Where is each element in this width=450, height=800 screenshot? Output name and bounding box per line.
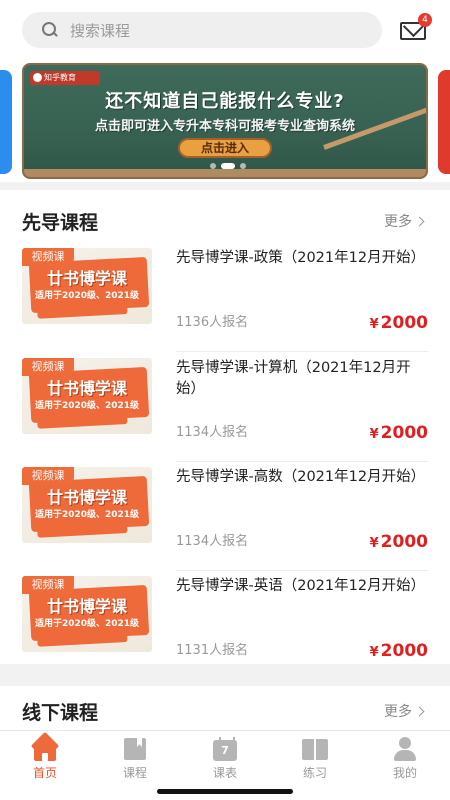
- course-thumbnail: 廿书博学课 适用于2020级、2021级 视频课: [22, 467, 152, 543]
- user-icon: [391, 737, 419, 761]
- course-title: 先导博学课-英语（2021年12月开始）: [176, 578, 426, 594]
- search-bar[interactable]: 搜索课程: [22, 12, 382, 48]
- price-value: 2000: [380, 423, 428, 443]
- notification-badge: 4: [418, 13, 432, 27]
- currency-symbol: ¥: [369, 427, 379, 442]
- calendar-day: 7: [221, 744, 229, 757]
- course-item[interactable]: 廿书博学课 适用于2020级、2021级 视频课 先导博学课-高数（2021年1…: [22, 467, 428, 571]
- more-button[interactable]: 更多: [384, 211, 425, 231]
- banner-cta-button[interactable]: 点击进入: [178, 138, 272, 158]
- tab-profile[interactable]: 我的: [360, 737, 450, 787]
- course-thumbnail: 廿书博学课 适用于2020级、2021级 视频课: [22, 248, 152, 324]
- offline-courses-section: 线下课程 更多: [0, 686, 450, 730]
- enrollment-count: 1131人报名: [176, 643, 249, 658]
- calendar-icon: 7: [211, 737, 239, 761]
- pilot-courses-section: 先导课程 更多 廿书博学课 适用于2020级、2021级 视频课 先导博学课-政…: [0, 190, 450, 664]
- carousel-dot-active[interactable]: [221, 163, 235, 169]
- thumbnail-subtitle: 适用于2020级、2021级: [34, 291, 140, 301]
- banner-prev-slide[interactable]: [0, 70, 12, 174]
- home-door-decoration: [42, 753, 48, 761]
- book-icon: [121, 737, 149, 761]
- banner-next-slide[interactable]: [438, 70, 450, 174]
- thumbnail-title: 廿书博学课: [46, 379, 127, 398]
- thumbnail-subtitle: 适用于2020级、2021级: [34, 401, 140, 411]
- banner-carousel[interactable]: 知乎教育 还不知道自己能报什么专业? 点击即可进入专升本专科可报考专业查询系统 …: [0, 60, 450, 182]
- enrollment-count: 1134人报名: [176, 425, 249, 440]
- more-button[interactable]: 更多: [384, 701, 425, 721]
- banner-slide[interactable]: 知乎教育 还不知道自己能报什么专业? 点击即可进入专升本专科可报考专业查询系统 …: [22, 63, 428, 179]
- carousel-dot[interactable]: [240, 163, 246, 169]
- course-price: ¥2000: [370, 423, 428, 443]
- section-title: 线下课程: [22, 702, 99, 724]
- thumbnail-title: 廿书博学课: [46, 269, 127, 288]
- search-placeholder: 搜索课程: [70, 21, 131, 40]
- course-price: ¥2000: [370, 641, 428, 661]
- carousel-dot[interactable]: [210, 163, 216, 169]
- chevron-right-icon: [414, 216, 425, 226]
- enrollment-count: 1134人报名: [176, 534, 249, 549]
- currency-symbol: ¥: [369, 317, 379, 332]
- divider: [176, 351, 428, 352]
- divider: [176, 570, 428, 571]
- thumbnail-subtitle: 适用于2020级、2021级: [34, 619, 140, 629]
- tab-courses[interactable]: 课程: [90, 737, 180, 787]
- course-item[interactable]: 廿书博学课 适用于2020级、2021级 视频课 先导博学课-政策（2021年1…: [22, 248, 428, 352]
- course-item[interactable]: 廿书博学课 适用于2020级、2021级 视频课 先导博学课-英语（2021年1…: [22, 576, 428, 680]
- messages-button[interactable]: 4: [398, 13, 432, 40]
- currency-symbol: ¥: [369, 536, 379, 551]
- course-thumbnail: 廿书博学课 适用于2020级、2021级 视频课: [22, 576, 152, 652]
- tab-schedule[interactable]: 7 课表: [180, 737, 270, 787]
- more-label: 更多: [384, 704, 412, 720]
- thumbnail-title: 廿书博学课: [46, 488, 127, 507]
- tab-label: 我的: [392, 766, 417, 780]
- thumbnail-title: 廿书博学课: [46, 597, 127, 616]
- search-icon: [42, 22, 58, 38]
- enrollment-count: 1136人报名: [176, 315, 249, 330]
- price-value: 2000: [380, 313, 428, 333]
- video-course-tag: 视频课: [22, 467, 74, 485]
- tab-label: 课程: [122, 766, 147, 780]
- course-title: 先导博学课-高数（2021年12月开始）: [176, 469, 426, 485]
- tab-practice[interactable]: 练习: [270, 737, 360, 787]
- course-price: ¥2000: [370, 532, 428, 552]
- banner-logo: 知乎教育: [30, 71, 100, 85]
- course-item[interactable]: 廿书博学课 适用于2020级、2021级 视频课 先导博学课-计算机（2021年…: [22, 358, 428, 462]
- banner-ledge-decoration: [24, 169, 426, 177]
- currency-symbol: ¥: [369, 645, 379, 660]
- banner-headline: 还不知道自己能报什么专业?: [105, 91, 345, 112]
- chevron-right-icon: [414, 706, 425, 716]
- carousel-dots: [210, 163, 246, 169]
- tab-label: 首页: [32, 766, 57, 780]
- price-value: 2000: [380, 532, 428, 552]
- course-title: 先导博学课-计算机（2021年12月开始）: [176, 360, 411, 397]
- home-icon: [31, 737, 59, 761]
- divider: [176, 461, 428, 462]
- video-course-tag: 视频课: [22, 576, 74, 594]
- section-title: 先导课程: [22, 212, 99, 234]
- tab-label: 练习: [302, 766, 327, 780]
- more-label: 更多: [384, 214, 412, 230]
- video-course-tag: 视频课: [22, 248, 74, 266]
- home-indicator: [157, 789, 293, 794]
- section-header: 先导课程 更多: [0, 190, 450, 250]
- thumbnail-subtitle: 适用于2020级、2021级: [34, 510, 140, 520]
- open-book-icon: [301, 737, 329, 761]
- video-course-tag: 视频课: [22, 358, 74, 376]
- course-price: ¥2000: [370, 313, 428, 333]
- tab-label: 课表: [212, 766, 237, 780]
- tab-home[interactable]: 首页: [0, 737, 90, 787]
- course-title: 先导博学课-政策（2021年12月开始）: [176, 250, 426, 266]
- course-thumbnail: 廿书博学课 适用于2020级、2021级 视频课: [22, 358, 152, 434]
- price-value: 2000: [380, 641, 428, 661]
- top-bar: 搜索课程 4: [0, 0, 450, 60]
